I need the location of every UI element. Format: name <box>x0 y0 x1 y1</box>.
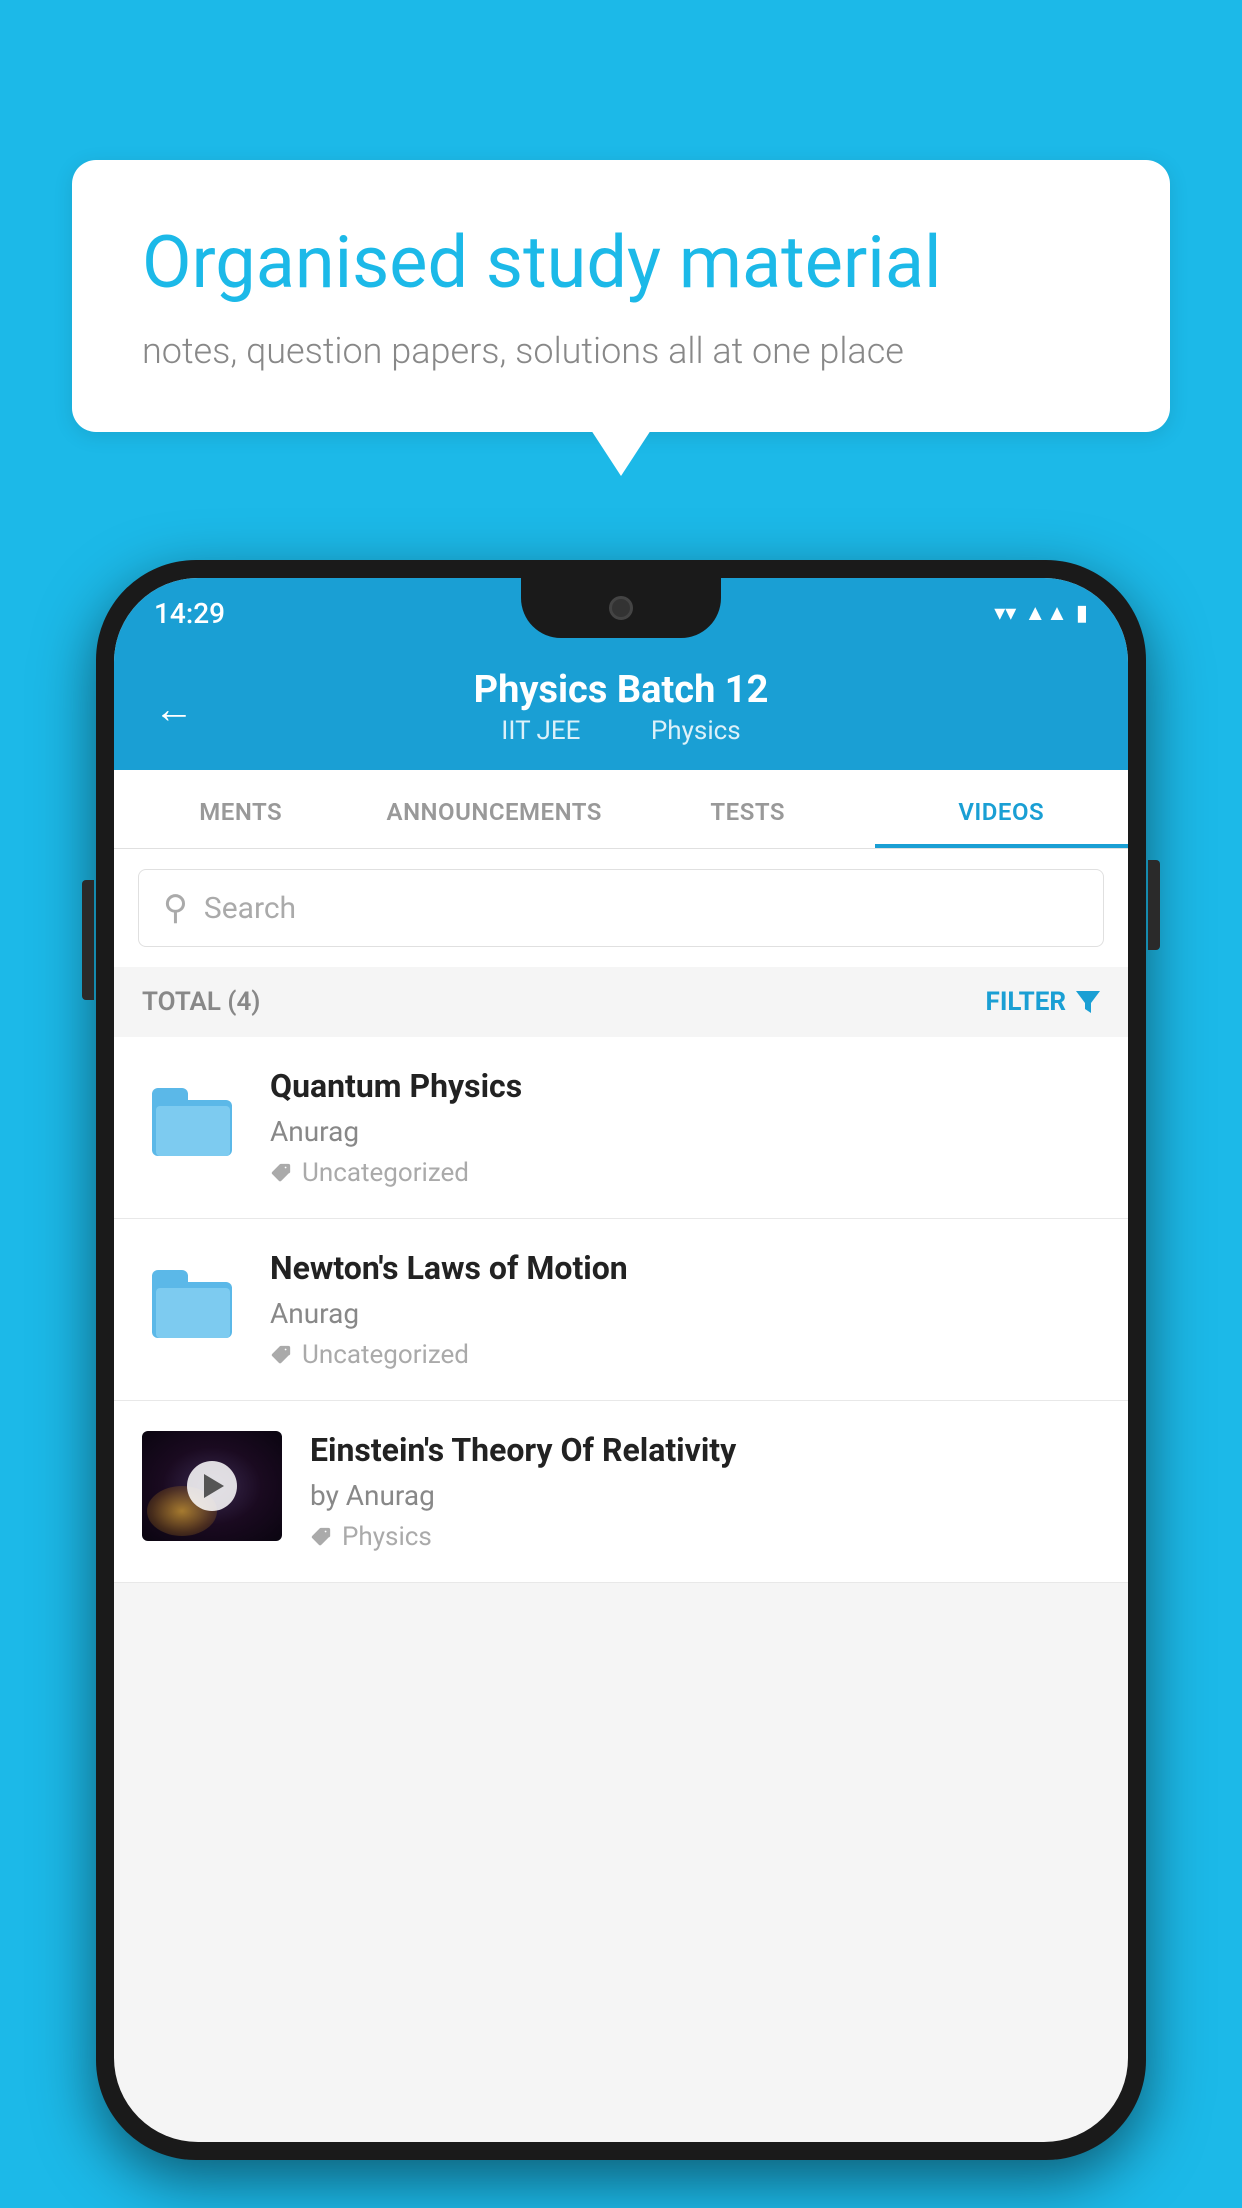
tab-videos[interactable]: VIDEOS <box>875 770 1129 848</box>
list-item[interactable]: Newton's Laws of Motion Anurag Uncategor… <box>114 1219 1128 1401</box>
play-button-overlay[interactable] <box>187 1461 237 1511</box>
total-count-label: TOTAL (4) <box>142 987 260 1017</box>
status-icons: ▾▾ ▲▲ ▮ <box>994 600 1088 626</box>
list-item[interactable]: Einstein's Theory Of Relativity by Anura… <box>114 1401 1128 1583</box>
phone-outer: 14:29 ▾▾ ▲▲ ▮ ← Physics Batch 12 IIT JEE… <box>96 560 1146 2160</box>
background: Organised study material notes, question… <box>0 0 1242 2208</box>
wifi-icon: ▾▾ <box>994 601 1016 626</box>
battery-icon: ▮ <box>1076 601 1088 626</box>
video-tag: Uncategorized <box>270 1158 1100 1188</box>
video-item-info: Einstein's Theory Of Relativity by Anura… <box>310 1431 1100 1552</box>
tab-ments[interactable]: MENTS <box>114 770 368 848</box>
list-item[interactable]: Quantum Physics Anurag Uncategorized <box>114 1037 1128 1219</box>
video-item-info: Quantum Physics Anurag Uncategorized <box>270 1067 1100 1188</box>
search-placeholder: Search <box>204 891 296 926</box>
video-title: Einstein's Theory Of Relativity <box>310 1431 1100 1469</box>
speech-bubble-subtitle: notes, question papers, solutions all at… <box>142 330 1100 372</box>
app-bar-title: Physics Batch 12 <box>474 668 769 712</box>
search-icon: ⚲ <box>163 888 188 928</box>
back-button[interactable]: ← <box>154 686 194 733</box>
video-thumbnail <box>142 1431 282 1541</box>
search-bar[interactable]: ⚲ Search <box>138 869 1104 947</box>
subtitle-part2: Physics <box>651 716 741 746</box>
app-bar: ← Physics Batch 12 IIT JEE Physics <box>114 648 1128 770</box>
video-author: by Anurag <box>310 1479 1100 1512</box>
video-author: Anurag <box>270 1297 1100 1330</box>
phone-mockup: 14:29 ▾▾ ▲▲ ▮ ← Physics Batch 12 IIT JEE… <box>96 560 1146 2160</box>
video-item-info: Newton's Laws of Motion Anurag Uncategor… <box>270 1249 1100 1370</box>
tag-icon <box>270 1162 292 1184</box>
folder-icon-container <box>142 1249 242 1359</box>
app-bar-subtitle: IIT JEE Physics <box>485 716 756 746</box>
filter-icon <box>1076 991 1100 1013</box>
signal-icon: ▲▲ <box>1024 600 1068 626</box>
tabs-bar: MENTS ANNOUNCEMENTS TESTS VIDEOS <box>114 770 1128 849</box>
phone-notch <box>521 578 721 638</box>
tag-icon <box>270 1344 292 1366</box>
tab-tests[interactable]: TESTS <box>621 770 875 848</box>
speech-bubble-title: Organised study material <box>142 220 1100 306</box>
video-author: Anurag <box>270 1115 1100 1148</box>
speech-bubble: Organised study material notes, question… <box>72 160 1170 432</box>
tab-announcements[interactable]: ANNOUNCEMENTS <box>368 770 622 848</box>
video-tag: Uncategorized <box>270 1340 1100 1370</box>
status-time: 14:29 <box>154 597 225 630</box>
video-tag: Physics <box>310 1522 1100 1552</box>
folder-icon <box>152 1270 232 1338</box>
speech-bubble-container: Organised study material notes, question… <box>72 160 1170 432</box>
video-title: Quantum Physics <box>270 1067 1100 1105</box>
video-list: Quantum Physics Anurag Uncategorized <box>114 1037 1128 1583</box>
tag-icon <box>310 1526 332 1548</box>
filter-bar: TOTAL (4) FILTER <box>114 967 1128 1037</box>
subtitle-part1: IIT JEE <box>501 716 580 746</box>
folder-icon-container <box>142 1067 242 1177</box>
front-camera <box>609 596 633 620</box>
play-icon <box>204 1474 224 1498</box>
filter-button[interactable]: FILTER <box>986 987 1100 1017</box>
video-title: Newton's Laws of Motion <box>270 1249 1100 1287</box>
phone-screen: 14:29 ▾▾ ▲▲ ▮ ← Physics Batch 12 IIT JEE… <box>114 578 1128 2142</box>
folder-icon <box>152 1088 232 1156</box>
search-bar-container: ⚲ Search <box>114 849 1128 967</box>
